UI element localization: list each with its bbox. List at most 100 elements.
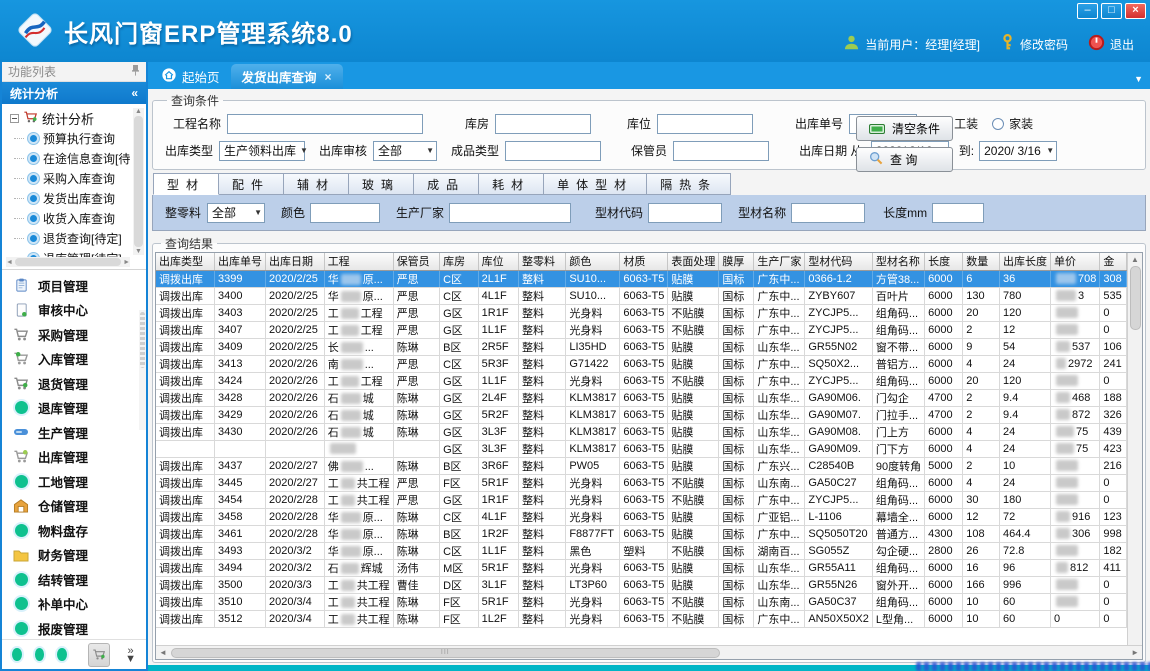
sidebar-item-出库管理[interactable]: 出库管理 (2, 445, 146, 470)
tree-item[interactable]: 预算执行查询 (10, 128, 130, 148)
table-row[interactable]: 调拨出库34612020/2/28华原...陈琳B区1R2F整料F8877FT6… (156, 525, 1127, 542)
table-row[interactable]: 调拨出库35102020/3/4工共工程陈琳F区5R1F整料光身料6063-T5… (156, 593, 1127, 610)
manufacturer-input[interactable] (449, 203, 571, 223)
sidebar-item-生产管理[interactable]: 生产管理 (2, 420, 146, 445)
results-horizontal-scrollbar[interactable]: ◄III► (156, 645, 1142, 659)
table-row[interactable]: 调拨出库34242020/2/26工工程严思G区1L1F整料光身料6063-T5… (156, 372, 1127, 389)
sidebar-section-header[interactable]: 统计分析 « (2, 82, 146, 104)
column-header[interactable]: 工程 (324, 253, 393, 270)
tree-item[interactable]: 采购入库查询 (10, 168, 130, 188)
radio-option[interactable]: 家装 (992, 115, 1033, 132)
table-row[interactable]: 调拨出库34092020/2/25长...陈琳B区2R5F整料LI35HD606… (156, 338, 1127, 355)
tree-root[interactable]: 统计分析 (10, 108, 130, 128)
close-button[interactable]: × (1125, 3, 1146, 19)
minimize-button[interactable]: – (1077, 3, 1098, 19)
sidebar-item-采购管理[interactable]: 采购管理 (2, 322, 146, 347)
sidebar-item-审核中心[interactable]: 审核中心 (2, 298, 146, 323)
tab-shipping-outbound-query[interactable]: 发货出库查询 × (231, 64, 343, 89)
date-to-picker[interactable]: 2020/ 3/16▼ (979, 141, 1057, 161)
table-row[interactable]: 调拨出库34582020/2/28华原...陈琳C区4L1F整料光身料6063-… (156, 508, 1127, 525)
audit-select[interactable]: 全部▼ (373, 141, 437, 161)
column-header[interactable]: 库房 (440, 253, 479, 270)
table-row[interactable]: 调拨出库34932020/3/2华原...陈琳C区1L1F整料黑色塑料不贴膜国标… (156, 542, 1127, 559)
profile-name-input[interactable] (791, 203, 865, 223)
column-header[interactable]: 材质 (620, 253, 668, 270)
tree-vertical-scrollbar[interactable]: ▲▼ (133, 108, 144, 255)
tab-close-icon[interactable]: × (325, 70, 332, 84)
table-row[interactable]: 调拨出库35002020/3/3工共工程曹佳D区3L1F整料LT3P606063… (156, 576, 1127, 593)
maximize-button[interactable]: □ (1101, 3, 1122, 19)
collapse-icon[interactable]: « (131, 86, 138, 100)
column-header[interactable]: 出库类型 (156, 253, 214, 270)
tree-item[interactable]: 发货出库查询 (10, 188, 130, 208)
menu-scrollbar[interactable] (139, 310, 146, 430)
sidebar-item-退库管理[interactable]: 退库管理 (2, 396, 146, 421)
change-password-button[interactable]: 修改密码 (1000, 34, 1068, 54)
table-row[interactable]: 调拨出库34452020/2/27工共工程严思F区5R1F整料光身料6063-T… (156, 474, 1127, 491)
table-row[interactable]: 调拨出库34032020/2/25工工程严思G区1R1F整料光身料6063-T5… (156, 304, 1127, 321)
tree-expander-icon[interactable] (10, 114, 19, 123)
table-row[interactable]: 调拨出库34132020/2/26南...严思C区5R3F整料G71422606… (156, 355, 1127, 372)
table-row[interactable]: 调拨出库34292020/2/26石城陈琳G区5R2F整料KLM38176063… (156, 406, 1127, 423)
material-tab-辅材[interactable]: 辅材 (284, 173, 349, 195)
menu-overflow-button[interactable]: »▼ (125, 647, 136, 663)
column-header[interactable]: 库位 (478, 253, 518, 270)
pin-icon[interactable] (131, 64, 140, 79)
table-row[interactable]: 调拨出库35122020/3/4工共工程陈琳F区1L2F整料光身料6063-T5… (156, 610, 1127, 627)
sidebar-item-财务管理[interactable]: 财务管理 (2, 543, 146, 568)
search-button[interactable]: 查 询 (856, 147, 953, 172)
column-header[interactable]: 单价 (1051, 253, 1100, 270)
column-header[interactable]: 整零料 (519, 253, 566, 270)
column-header[interactable]: 金 (1100, 253, 1127, 270)
results-vertical-scrollbar[interactable]: ▲ (1127, 253, 1142, 645)
material-tab-型材[interactable]: 型材 (153, 173, 219, 195)
column-header[interactable]: 型材代码 (805, 253, 873, 270)
material-tab-玻璃[interactable]: 玻璃 (349, 173, 414, 195)
table-row[interactable]: 调拨出库34072020/2/25工工程严思G区1L1F整料光身料6063-T5… (156, 321, 1127, 338)
length-input[interactable] (932, 203, 984, 223)
column-header[interactable]: 型材名称 (872, 253, 924, 270)
sidebar-item-项目管理[interactable]: 项目管理 (2, 273, 146, 298)
location-input[interactable] (657, 114, 753, 134)
keeper-input[interactable] (673, 141, 769, 161)
tree-item[interactable]: 退货查询[待定] (10, 228, 130, 248)
dot-icon[interactable] (57, 648, 67, 661)
whole-part-select[interactable]: 全部▼ (207, 203, 265, 223)
color-input[interactable] (310, 203, 380, 223)
sidebar-item-入库管理[interactable]: 入库管理 (2, 347, 146, 372)
dot-icon[interactable] (35, 648, 45, 661)
sidebar-item-工地管理[interactable]: 工地管理 (2, 469, 146, 494)
column-header[interactable]: 出库单号 (214, 253, 265, 270)
profile-code-input[interactable] (648, 203, 722, 223)
column-header[interactable]: 生产厂家 (754, 253, 805, 270)
table-row[interactable]: 调拨出库34542020/2/28工共工程严思G区1R1F整料光身料6063-T… (156, 491, 1127, 508)
clear-conditions-button[interactable]: 清空条件 (856, 116, 953, 141)
material-tab-配件[interactable]: 配件 (219, 173, 284, 195)
out-type-select[interactable]: 生产领料出库▼ (219, 141, 305, 161)
tree-item[interactable]: 收货入库查询 (10, 208, 130, 228)
tabbar-dropdown-icon[interactable]: ▼ (1134, 74, 1143, 84)
material-tab-单体型材[interactable]: 单体型材 (544, 173, 647, 195)
column-header[interactable]: 膜厚 (719, 253, 754, 270)
sidebar-item-补单中心[interactable]: 补单中心 (2, 592, 146, 617)
sidebar-item-退货管理[interactable]: 退货管理 (2, 371, 146, 396)
table-row[interactable]: G区3L3F整料KLM38176063-T5贴膜国标山东华...GA90M09.… (156, 440, 1127, 457)
sidebar-item-物料盘存[interactable]: 物料盘存 (2, 518, 146, 543)
tab-home[interactable]: 起始页 (151, 64, 231, 89)
column-header[interactable]: 数量 (963, 253, 1000, 270)
table-row[interactable]: 调拨出库34302020/2/26石城陈琳G区3L3F整料KLM38176063… (156, 423, 1127, 440)
product-type-input[interactable] (505, 141, 601, 161)
material-tab-成品[interactable]: 成品 (414, 173, 479, 195)
table-row[interactable]: 调拨出库34942020/3/2石辉城汤伟M区5R1F整料光身料6063-T5贴… (156, 559, 1127, 576)
tree-item[interactable]: 在途信息查询[待 (10, 148, 130, 168)
material-tab-隔热条[interactable]: 隔热条 (647, 173, 731, 195)
column-header[interactable]: 颜色 (566, 253, 620, 270)
column-header[interactable]: 出库日期 (265, 253, 324, 270)
column-header[interactable]: 出库长度 (1000, 253, 1051, 270)
sidebar-item-结转管理[interactable]: 结转管理 (2, 567, 146, 592)
table-row[interactable]: 调拨出库34002020/2/25华原...严思C区4L1F整料SU10...6… (156, 287, 1127, 304)
table-row[interactable]: 调拨出库33992020/2/25华原...严思C区2L1F整料SU10...6… (156, 270, 1127, 287)
sidebar-item-仓储管理[interactable]: 仓储管理 (2, 494, 146, 519)
sidebar-item-报废管理[interactable]: 报废管理 (2, 616, 146, 639)
tree-horizontal-scrollbar[interactable]: ◄► (6, 257, 130, 267)
